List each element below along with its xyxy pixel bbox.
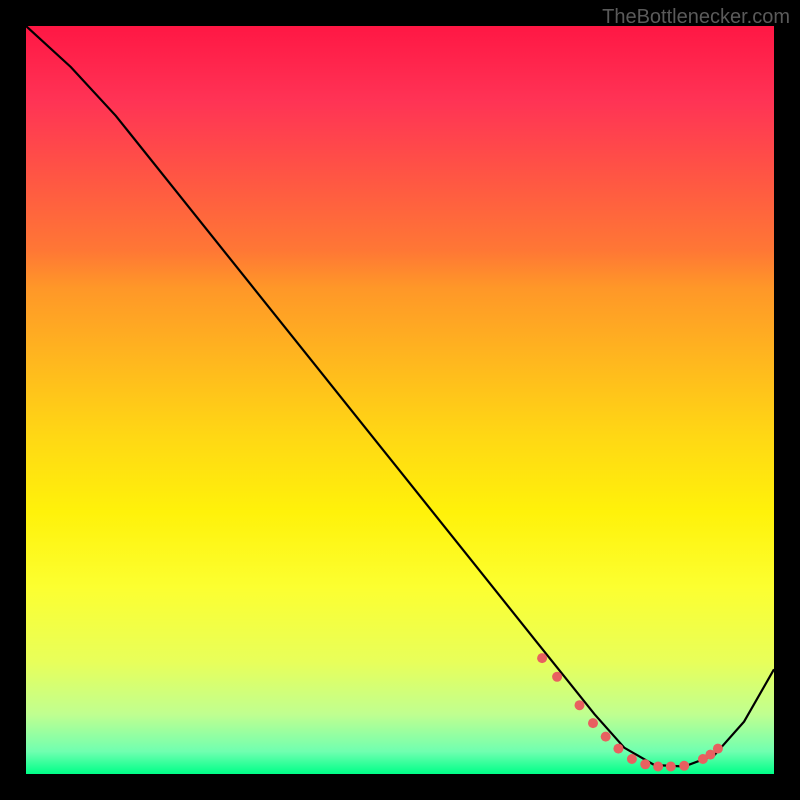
chart-svg [26, 26, 774, 774]
chart-plot-area [26, 26, 774, 774]
curve-marker [640, 759, 650, 769]
curve-marker [552, 672, 562, 682]
watermark-text: TheBottlenecker.com [602, 6, 790, 29]
curve-marker [713, 744, 723, 754]
curve-marker [653, 762, 663, 772]
curve-marker [588, 718, 598, 728]
curve-markers [537, 653, 723, 771]
curve-marker [666, 762, 676, 772]
curve-marker [679, 761, 689, 771]
bottleneck-curve [26, 26, 774, 767]
curve-marker [575, 700, 585, 710]
curve-marker [627, 754, 637, 764]
curve-marker [601, 732, 611, 742]
curve-marker [613, 744, 623, 754]
curve-marker [537, 653, 547, 663]
